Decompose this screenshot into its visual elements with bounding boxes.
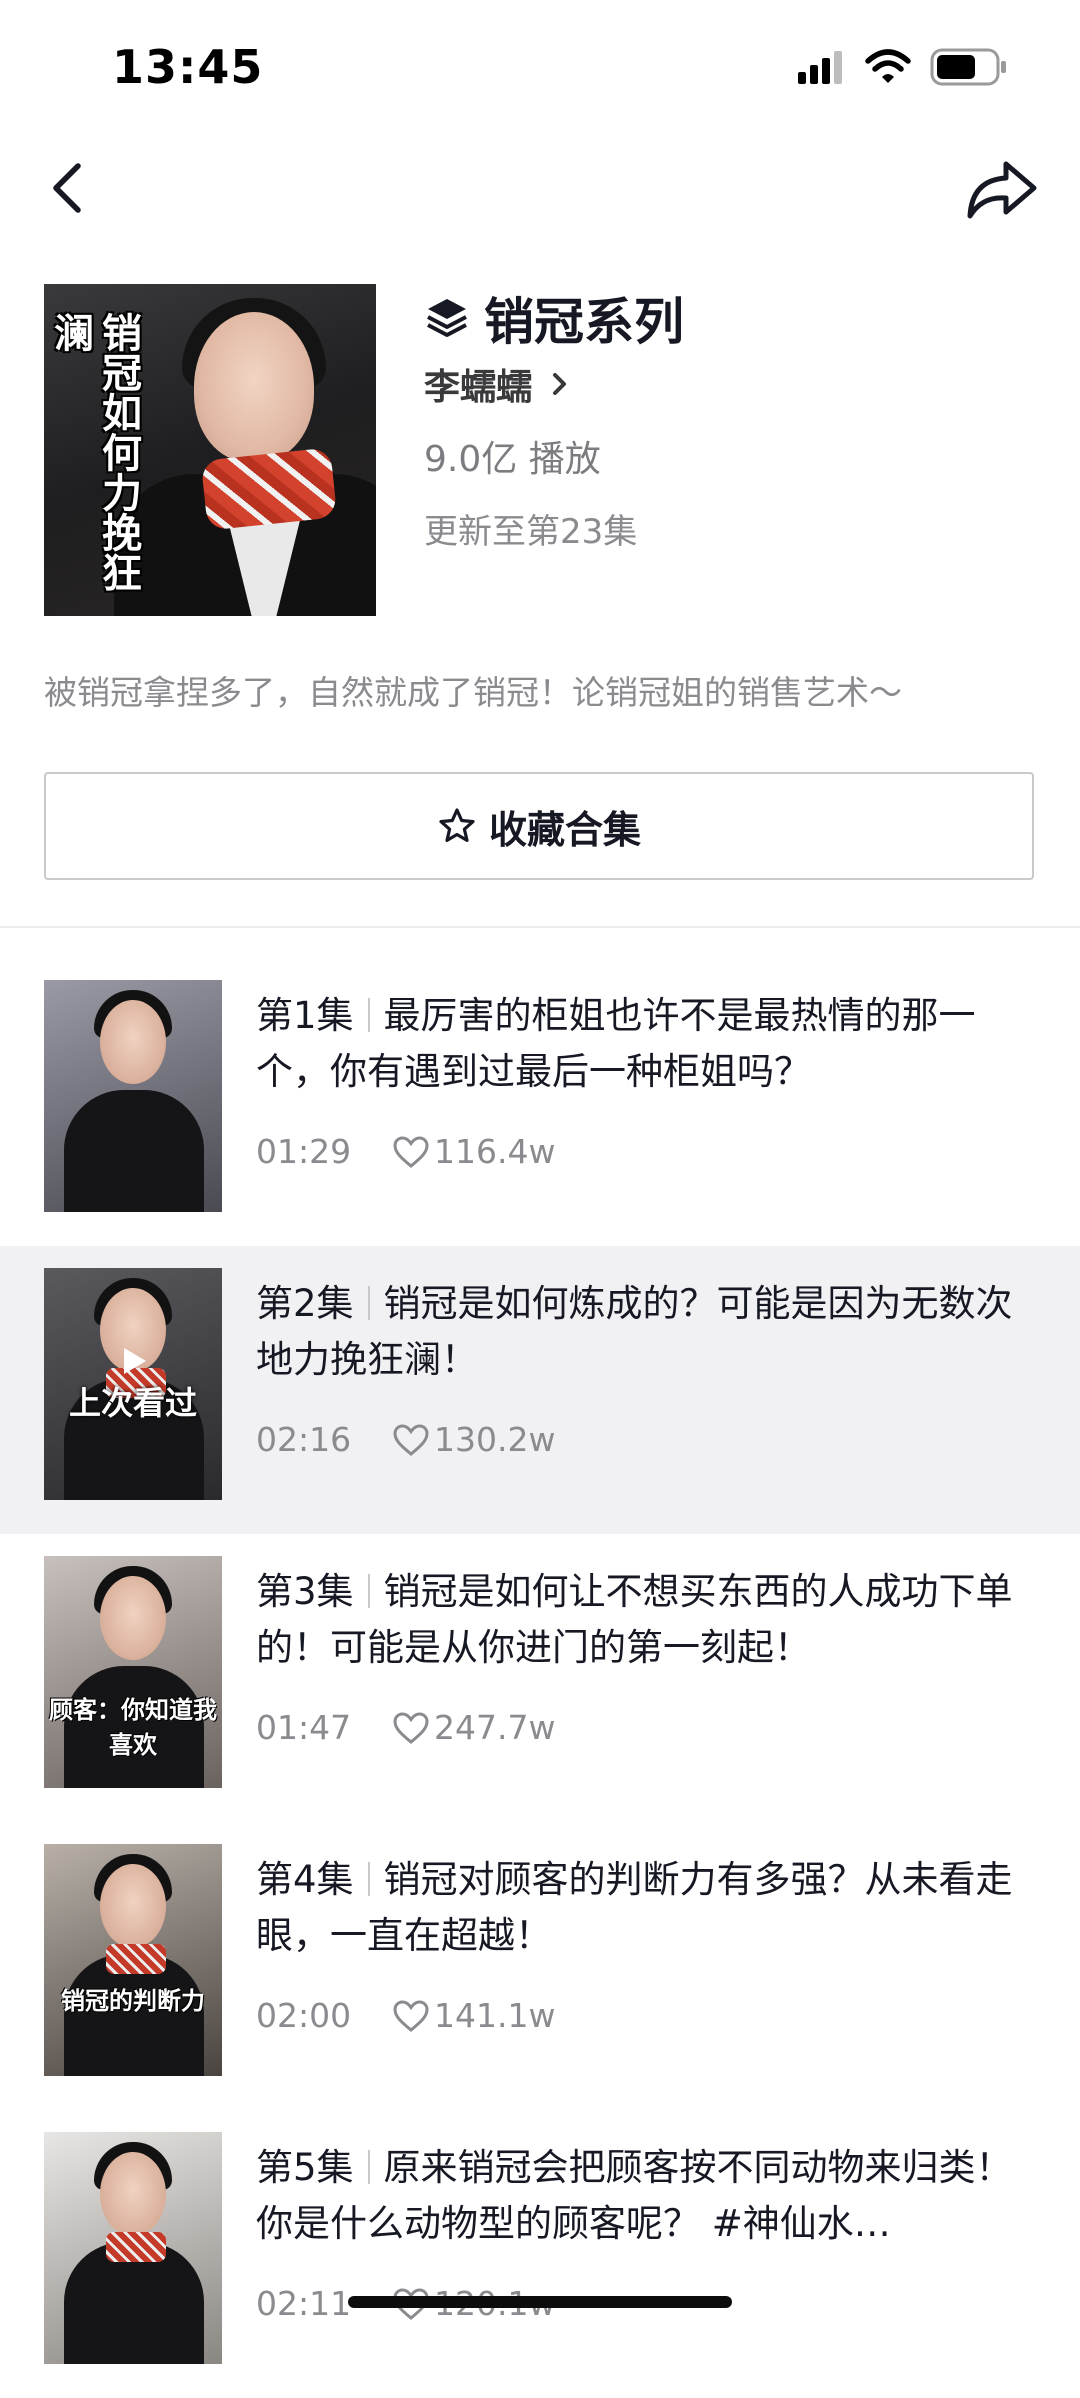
- episode-likes: 116.4w: [392, 1132, 555, 1171]
- episode-title: 第1集 最厉害的柜姐也许不是最热情的那一个，你有遇到过最后一种柜姐吗？: [256, 988, 1036, 1100]
- back-button[interactable]: [40, 158, 100, 218]
- share-button[interactable]: [964, 158, 1040, 222]
- battery-icon: [930, 48, 1006, 86]
- collection-title: 销冠系列: [484, 293, 684, 351]
- last-watched-label: 上次看过: [68, 1384, 197, 1422]
- cover-caption: 销冠如何力挽狂澜: [47, 312, 141, 592]
- thumbnail-caption: 顾客：你知道我喜欢: [49, 1696, 217, 1759]
- heart-icon: [393, 1423, 429, 1456]
- episode-likes-count: 116.4w: [434, 1132, 556, 1171]
- episode-likes: 247.7w: [392, 1708, 555, 1747]
- episode-likes-count: 141.1w: [434, 1996, 556, 2035]
- episode-number: 第4集: [256, 1858, 354, 1901]
- status-icons: [796, 48, 1008, 86]
- episode-item[interactable]: 销冠的判断力 第4集 销冠对顾客的判断力有多强？从未看走眼，一直在超越！ 02:0…: [0, 1822, 1080, 2110]
- layers-icon: [427, 299, 467, 337]
- episode-thumbnail: 顾客：你知道我喜欢: [44, 1556, 222, 1788]
- episode-item[interactable]: 第1集 最厉害的柜姐也许不是最热情的那一个，你有遇到过最后一种柜姐吗？ 01:29…: [0, 958, 1080, 1246]
- last-watched-overlay: 上次看过: [44, 1268, 222, 1500]
- episode-meta: 02:00 141.1w: [256, 1996, 555, 2035]
- episode-item[interactable]: 顾客：你知道我喜欢 第3集 销冠是如何让不想买东西的人成功下单的！可能是从你进门的…: [0, 1534, 1080, 1822]
- home-indicator[interactable]: [348, 2296, 732, 2308]
- episode-number: 第5集: [256, 2146, 354, 2189]
- episode-duration: 02:00: [256, 1996, 352, 2035]
- wifi-icon: [865, 49, 911, 83]
- episode-duration: 02:16: [256, 1420, 352, 1459]
- play-count: 9.0亿 播放: [424, 439, 601, 480]
- collection-cover[interactable]: 销冠如何力挽狂澜: [44, 284, 376, 616]
- episode-meta: 01:47 247.7w: [256, 1708, 555, 1747]
- episode-likes: 130.2w: [392, 1420, 555, 1459]
- collect-label: 收藏合集: [488, 807, 641, 852]
- heart-icon: [393, 1711, 429, 1744]
- episode-likes: 141.1w: [392, 1996, 555, 2035]
- episode-thumbnail: 销冠的判断力: [44, 1844, 222, 2076]
- episode-meta: 01:29 116.4w: [256, 1132, 555, 1171]
- chevron-left-icon: [53, 163, 81, 213]
- collection-title-row: 销冠系列: [424, 282, 684, 354]
- episode-thumbnail: [44, 2132, 222, 2364]
- episode-thumbnail: 上次看过: [44, 1268, 222, 1500]
- episode-title: 第4集 销冠对顾客的判断力有多强？从未看走眼，一直在超越！: [256, 1852, 1036, 1964]
- episode-duration: 01:29: [256, 1132, 352, 1171]
- episode-title: 第5集 原来销冠会把顾客按不同动物来归类！你是什么动物型的顾客呢？ #神仙水…: [256, 2140, 1036, 2252]
- episode-title: 第2集 销冠是如何炼成的？可能是因为无数次地力挽狂澜！: [256, 1276, 1036, 1388]
- star-icon: [439, 808, 475, 842]
- status-bar: 13:45: [0, 0, 1080, 140]
- episode-item[interactable]: 上次看过 第2集 销冠是如何炼成的？可能是因为无数次地力挽狂澜！ 02:16 13…: [0, 1246, 1080, 1534]
- episode-title: 第3集 销冠是如何让不想买东西的人成功下单的！可能是从你进门的第一刻起！: [256, 1564, 1036, 1676]
- episode-meta: 02:16 130.2w: [256, 1420, 555, 1459]
- heart-icon: [393, 1999, 429, 2032]
- episode-likes-count: 247.7w: [434, 1708, 556, 1747]
- chevron-right-icon: [553, 373, 567, 395]
- episode-duration: 01:47: [256, 1708, 352, 1747]
- collect-button[interactable]: 收藏合集: [44, 772, 1034, 880]
- thumbnail-caption: 销冠的判断力: [61, 1987, 205, 2015]
- heart-icon: [393, 1135, 429, 1168]
- update-status: 更新至第23集: [424, 512, 638, 552]
- episode-number: 第3集: [256, 1570, 354, 1613]
- play-icon: [124, 1348, 146, 1374]
- author-link[interactable]: 李蠕蠕: [424, 358, 570, 410]
- episode-number: 第1集: [256, 994, 354, 1037]
- cellular-signal-icon: [798, 51, 842, 84]
- episode-thumbnail: [44, 980, 222, 1212]
- author-name: 李蠕蠕: [424, 367, 533, 408]
- section-divider: [0, 926, 1080, 928]
- share-arrow-icon: [967, 161, 1037, 219]
- episode-likes-count: 130.2w: [434, 1420, 556, 1459]
- status-time: 13:45: [112, 40, 264, 94]
- collection-description: 被销冠拿捏多了，自然就成了销冠！论销冠姐的销售艺术～: [44, 673, 902, 712]
- episode-title-text: 最厉害的柜姐也许不是最热情的那一个，你有遇到过最后一种柜姐吗？: [256, 994, 976, 1093]
- episode-number: 第2集: [256, 1282, 354, 1325]
- episode-item[interactable]: 第5集 原来销冠会把顾客按不同动物来归类！你是什么动物型的顾客呢？ #神仙水… 0…: [0, 2110, 1080, 2398]
